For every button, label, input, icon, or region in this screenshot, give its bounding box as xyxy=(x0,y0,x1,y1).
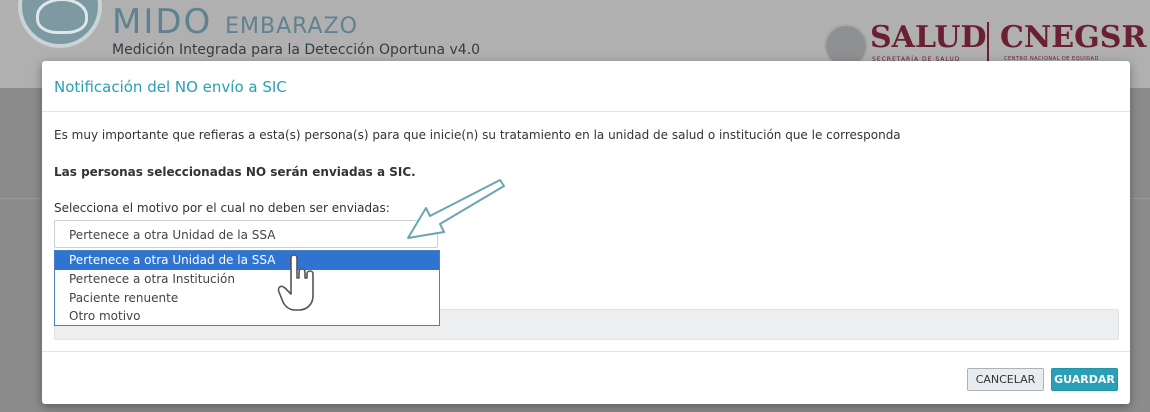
modal-footer-divider xyxy=(42,351,1130,352)
brand-subtitle: Medición Integrada para la Detección Opo… xyxy=(112,42,481,58)
mido-logo xyxy=(18,0,102,48)
reason-select-label: Selecciona el motivo por el cual no debe… xyxy=(54,201,390,215)
referral-message: Es muy importante que refieras a esta(s)… xyxy=(54,128,901,142)
reason-dropdown-list: Pertenece a otra Unidad de la SSA Perten… xyxy=(54,250,440,326)
dropdown-option-otra-institucion[interactable]: Pertenece a otra Institución xyxy=(55,270,439,289)
cnegsr-logo-text: CNEGSR xyxy=(1000,20,1147,55)
reason-select-value: Pertenece a otra Unidad de la SSA xyxy=(69,228,276,242)
salud-logo-text: SALUD xyxy=(870,20,987,55)
hand-cursor-icon xyxy=(277,254,314,311)
brand-title: MIDO EMBARAZO xyxy=(112,2,358,42)
header-divider xyxy=(987,22,989,62)
pointer-arrow-icon xyxy=(407,179,505,239)
reason-select[interactable]: Pertenece a otra Unidad de la SSA xyxy=(54,220,438,248)
notification-modal: Notificación del NO envío a SIC Es muy i… xyxy=(42,61,1130,404)
dropdown-option-otro-motivo[interactable]: Otro motivo xyxy=(55,307,439,326)
cancel-button[interactable]: CANCELAR xyxy=(967,368,1044,391)
warning-message: Las personas seleccionadas NO serán envi… xyxy=(54,165,416,179)
dropdown-option-otra-unidad[interactable]: Pertenece a otra Unidad de la SSA xyxy=(55,251,439,270)
dropdown-option-paciente-renuente[interactable]: Paciente renuente xyxy=(55,289,439,308)
save-button[interactable]: GUARDAR xyxy=(1051,368,1118,391)
modal-title: Notificación del NO envío a SIC xyxy=(54,78,287,96)
modal-header: Notificación del NO envío a SIC xyxy=(42,61,1130,112)
